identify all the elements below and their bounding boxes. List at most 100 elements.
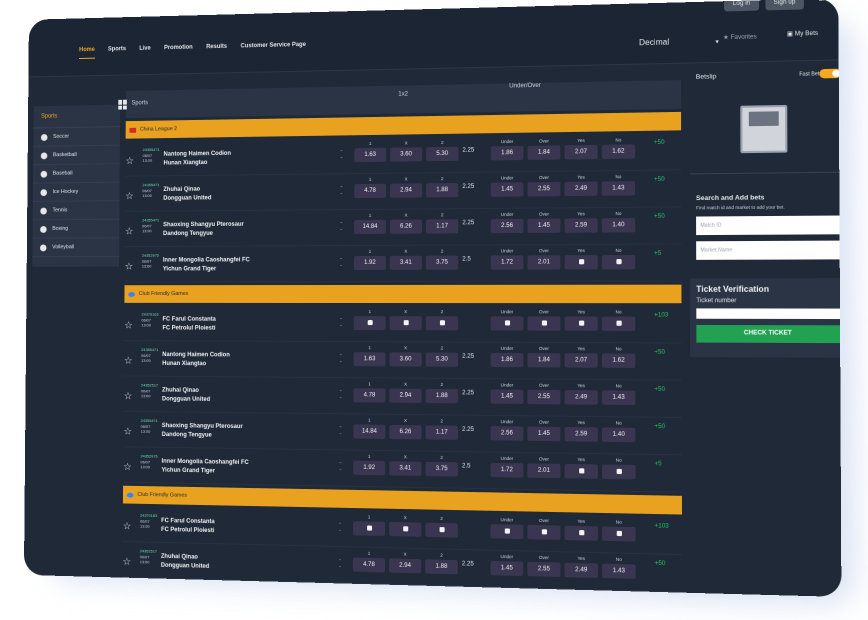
odd-2[interactable]: 2 1.88 [425,381,459,404]
odd-yes[interactable]: Yes [564,517,598,541]
odd-x[interactable]: X 3.41 [389,453,422,476]
odd-no[interactable]: No 1.43 [601,382,636,406]
signup-button[interactable]: Sign up [765,0,804,11]
odd-2[interactable]: 2 5.30 [426,139,459,162]
more-markets[interactable]: +50 [654,350,665,356]
odd-yes[interactable]: Yes 2.49 [564,173,598,197]
check-ticket-button[interactable]: CHECK TICKET [696,324,841,344]
odd-yes[interactable]: Yes 2.07 [564,345,598,368]
odd-under[interactable]: Under 1.45 [490,553,524,577]
ticket-number-input[interactable] [696,308,841,320]
odd-1[interactable]: 1 1.63 [353,344,386,367]
odd-1[interactable]: 1 14.84 [354,212,386,234]
odd-1[interactable]: 1 1.92 [353,248,386,270]
odd-1[interactable]: 1 1.92 [353,453,386,476]
favorites-link[interactable]: ★ Favorites [723,33,757,41]
more-markets[interactable]: +5 [654,251,661,257]
odd-1[interactable]: 1 1.63 [354,140,387,163]
sidebar-item[interactable]: Ice Hockey [32,182,120,202]
language-selector[interactable]: EN [819,0,828,3]
odd-x[interactable]: X [389,308,422,331]
odd-1[interactable]: 1 4.78 [354,176,387,199]
star-icon[interactable]: ☆ [123,521,132,532]
star-icon[interactable]: ☆ [124,391,133,402]
odd-over[interactable]: Over 2.55 [527,174,561,197]
match-teams[interactable]: FC Farul Constanta FC Petrolul Ploiesti [162,316,215,334]
odd-2[interactable]: 2 3.75 [425,248,459,270]
match-teams[interactable]: Inner Mongolia Caoshangfei FC Yichun Gran… [163,256,250,274]
nav-results[interactable]: Results [206,44,227,56]
league-header[interactable]: Club Friendly Games [124,284,682,304]
more-markets[interactable]: +5 [654,461,661,467]
more-markets[interactable]: +103 [655,523,669,530]
match-teams[interactable]: FC Farul Constanta FC Petrolul Ploiesti [161,517,215,536]
star-icon[interactable]: ☆ [122,557,131,568]
nav-promotion[interactable]: Promotion [164,45,193,57]
odd-yes[interactable]: Yes 2.07 [564,137,598,160]
odd-no[interactable]: No 1.62 [601,345,636,369]
star-icon[interactable]: ☆ [124,356,133,367]
odd-no[interactable]: No [601,247,636,270]
odd-over[interactable]: Over 1.45 [527,418,561,442]
odd-under[interactable]: Under 2.56 [490,418,524,441]
odd-1[interactable]: 1 [353,308,386,331]
odd-under[interactable]: Under [490,308,524,331]
odd-2[interactable]: 2 3.75 [425,454,458,477]
match-teams[interactable]: Nantong Haimen Codion Hunan Xiangtao [163,150,231,169]
odd-no[interactable]: No [602,518,636,542]
match-teams[interactable]: Zhuhai Qinao Dongguan United [162,387,210,405]
odd-yes[interactable]: Yes 2.59 [564,210,598,233]
sidebar-item[interactable]: Volleyball [32,238,120,258]
odd-under[interactable]: Under 1.72 [490,455,524,478]
star-icon[interactable]: ☆ [125,156,134,167]
odd-2[interactable]: 2 1.88 [425,551,458,575]
odd-under[interactable]: Under [490,516,524,540]
odd-no[interactable]: No 1.62 [601,136,636,160]
odd-x[interactable]: X 6.26 [389,211,423,234]
odd-1[interactable]: 1 [353,513,386,536]
more-markets[interactable]: +50 [654,177,665,183]
match-teams[interactable]: Inner Mongolia Caoshangfei FC Yichun Gran… [161,458,248,477]
odd-no[interactable]: No [602,456,636,480]
sidebar-item[interactable]: Baseball [33,164,120,184]
odd-2[interactable]: 2 [425,308,459,331]
odd-x[interactable]: X 2.94 [389,381,422,404]
odd-over[interactable]: Over 1.45 [527,210,561,233]
login-button[interactable]: Log in [724,0,759,12]
odd-under[interactable]: Under 1.86 [490,345,524,368]
odd-no[interactable]: No [601,308,636,331]
more-markets[interactable]: +50 [654,424,665,430]
market-name-input[interactable]: Market Name [696,240,840,260]
odd-yes[interactable]: Yes [564,308,598,331]
odd-no[interactable]: No 1.43 [601,173,636,196]
match-id-input[interactable]: Match ID [696,215,840,236]
odd-over[interactable]: Over [527,517,561,540]
odd-over[interactable]: Over [527,308,561,331]
odd-1[interactable]: 1 4.78 [353,380,386,403]
odd-x[interactable]: X 6.26 [389,417,422,440]
sidebar-item[interactable]: Boxing [32,219,120,239]
odd-yes[interactable]: Yes [564,456,598,479]
odd-over[interactable]: Over 2.55 [527,382,561,405]
odd-over[interactable]: Over 1.84 [527,137,561,160]
odds-format-select[interactable]: Decimal ▾ [639,36,719,47]
more-markets[interactable]: +50 [655,561,666,567]
star-icon[interactable]: ☆ [123,462,132,473]
odd-x[interactable]: X 3.41 [389,248,422,270]
odd-no[interactable]: No 1.40 [601,210,636,233]
odd-x[interactable]: X 2.94 [388,550,422,574]
star-icon[interactable]: ☆ [124,321,133,332]
more-markets[interactable]: +50 [654,387,665,393]
star-icon[interactable]: ☆ [125,262,134,273]
odd-2[interactable]: 2 [425,515,458,538]
star-icon[interactable]: ☆ [125,226,134,237]
odd-1[interactable]: 1 4.78 [352,549,386,573]
odd-x[interactable]: X 3.60 [390,139,423,162]
more-markets[interactable]: +50 [654,140,665,146]
odd-2[interactable]: 2 1.17 [425,417,458,440]
odd-under[interactable]: Under 1.45 [490,381,524,405]
more-markets[interactable]: +103 [654,312,668,318]
sidebar-item[interactable]: Basketball [33,145,120,166]
odd-no[interactable]: No 1.40 [601,419,636,443]
odd-2[interactable]: 2 1.17 [425,211,459,234]
